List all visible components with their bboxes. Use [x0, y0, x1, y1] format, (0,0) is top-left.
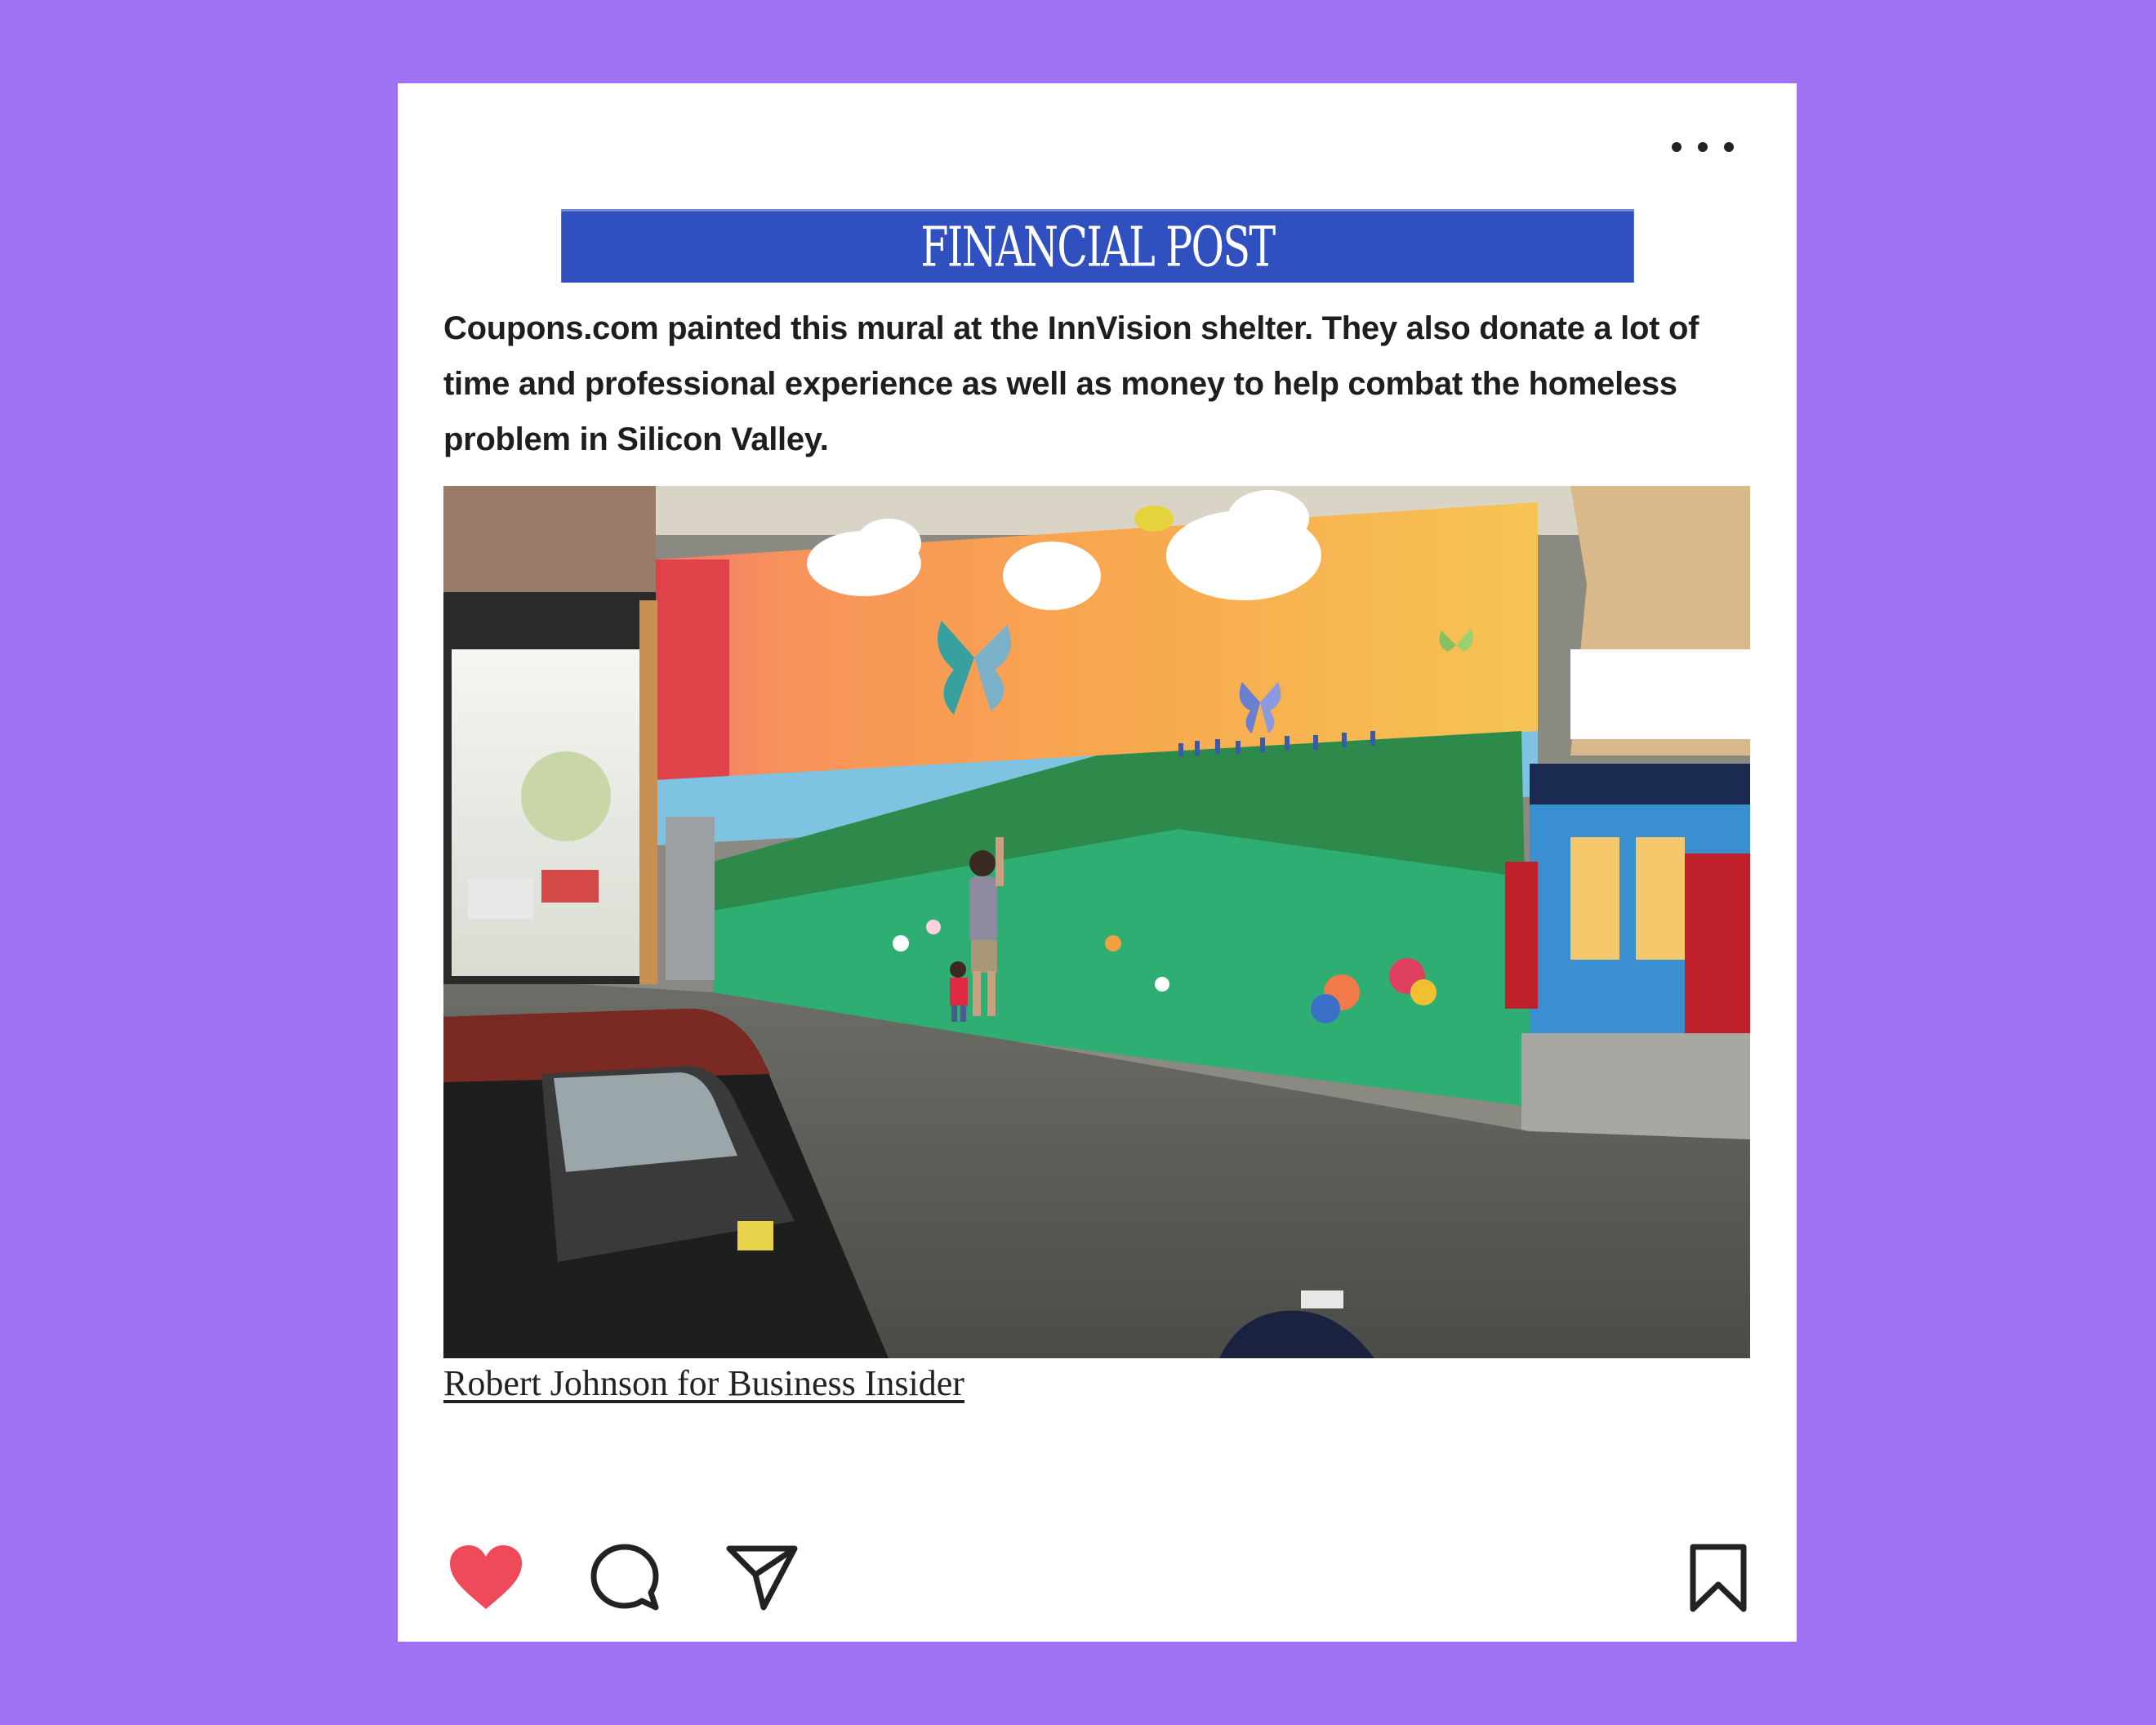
more-options-button[interactable]	[1672, 132, 1734, 162]
more-options-icon-dot	[1724, 142, 1734, 152]
more-options-icon-dot	[1698, 142, 1708, 152]
photo-credit-link[interactable]: Robert Johnson for Business Insider	[443, 1362, 964, 1404]
post-photo	[443, 486, 1750, 1358]
comment-icon	[590, 1544, 659, 1611]
bookmark-icon	[1690, 1544, 1747, 1612]
heart-icon	[450, 1545, 522, 1609]
post-headline: Coupons.com painted this mural at the In…	[443, 310, 1699, 457]
post-card: FINANCIAL POST Coupons.com painted this …	[398, 83, 1797, 1642]
more-options-icon	[1672, 142, 1682, 152]
like-button[interactable]	[448, 1544, 523, 1611]
comment-button[interactable]	[589, 1542, 661, 1614]
publication-masthead: FINANCIAL POST	[561, 209, 1634, 283]
bookmark-button[interactable]	[1688, 1544, 1748, 1612]
share-button[interactable]	[724, 1542, 800, 1612]
publication-name: FINANCIAL POST	[920, 215, 1276, 279]
send-icon	[726, 1545, 798, 1611]
